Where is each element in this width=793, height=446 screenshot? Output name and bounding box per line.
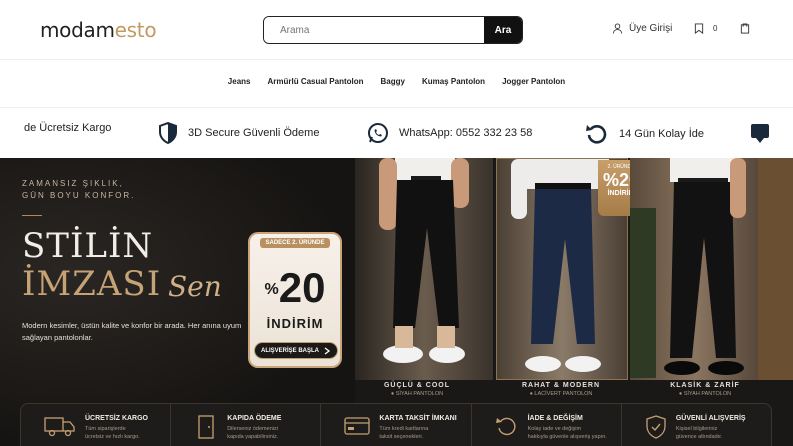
- model-classic-pants-image: [630, 158, 793, 380]
- panel-subtitle: ● LACİVERT PANTOLON: [529, 391, 593, 397]
- bookmark-icon: [694, 23, 704, 34]
- divider: [22, 215, 42, 216]
- return-icon: [586, 125, 607, 144]
- category-jeans[interactable]: Jeans: [228, 77, 251, 86]
- login-label: Üye Girişi: [629, 23, 673, 34]
- truck-icon: [751, 124, 769, 143]
- feature-free-shipping: ÜCRETSİZ KARGO Tüm siparişlerde ücretsiz …: [21, 404, 172, 446]
- strip-label: 3D Secure Güvenli Ödeme: [188, 127, 320, 139]
- category-jogger[interactable]: Jogger Pantolon: [502, 77, 565, 86]
- feature-desc: Tüm kredi kartlarına taksit seçenekleri.: [379, 426, 429, 440]
- strip-easy-return: 14 Gün Kolay İde: [585, 122, 704, 146]
- panel-caption-3: KLASİK & ZARİF ● SİYAH PANTOLON: [640, 382, 770, 397]
- badge-top: SADECE 2. ÜRÜNDE: [250, 238, 340, 248]
- feature-title: KAPIDA ÖDEME: [227, 415, 282, 422]
- hero-headline-line2: İMZASI: [22, 264, 162, 304]
- hero-headline-line1: STİLİN: [22, 226, 154, 266]
- hero-description: Modern kesimler, üstün kalite ve konfor …: [22, 321, 242, 342]
- feature-title: GÜVENLİ ALIŞVERİŞ: [675, 415, 746, 422]
- panel-title: GÜÇLÜ & COOL: [383, 382, 451, 389]
- feature-title: ÜCRETSİZ KARGO: [85, 415, 148, 422]
- category-nav: Jeans Armürlü Casual Pantolon Baggy Kuma…: [0, 61, 793, 101]
- category-kumas[interactable]: Kumaş Pantolon: [422, 77, 485, 86]
- panel-caption-1: GÜÇLÜ & COOL ● SİYAH PANTOLON: [352, 382, 482, 397]
- model-black-pants-image: [379, 158, 469, 363]
- panel-subtitle: ● SİYAH PANTOLON: [678, 391, 732, 397]
- panel-title: KLASİK & ZARİF: [670, 382, 740, 389]
- feature-desc: Dilerseniz ödemenizi kapıda yapabilirsini…: [227, 426, 279, 440]
- site-logo[interactable]: modamesto: [40, 18, 157, 42]
- hero-headline-script: Sen: [168, 270, 222, 303]
- feature-returns: İADE & DEĞİŞİM Kolay iade ve değişim hakk…: [472, 404, 622, 446]
- arrow-right-icon: [324, 346, 331, 355]
- shield-check-icon: [646, 415, 666, 439]
- strip-shipping-icon: [751, 122, 769, 144]
- cart-icon: [740, 23, 750, 34]
- hero-tagline-line2: GÜN BOYU KONFOR.: [22, 191, 136, 200]
- product-panel-classic[interactable]: [630, 158, 793, 380]
- shield-icon: [159, 122, 177, 144]
- panel-title: RAHAT & MODERN: [521, 382, 601, 389]
- favorites-link[interactable]: 0: [694, 23, 717, 34]
- panel-subtitle: ● SİYAH PANTOLON: [390, 391, 444, 397]
- hero-tagline-line1: ZAMANSIZ ŞIKLIK,: [22, 179, 124, 188]
- features-bar: ÜCRETSİZ KARGO Tüm siparişlerde ücretsiz …: [20, 403, 772, 446]
- category-armurlu[interactable]: Armürlü Casual Pantolon: [267, 77, 363, 86]
- product-panel-black[interactable]: [355, 158, 493, 380]
- card-icon: [344, 417, 371, 435]
- category-baggy[interactable]: Baggy: [381, 77, 405, 86]
- whatsapp-icon: [368, 123, 388, 143]
- search-bar: Ara: [263, 16, 523, 44]
- strip-label: de Ücretsiz Kargo: [24, 122, 112, 134]
- door-icon: [198, 415, 214, 439]
- feature-title: KARTA TAKSİT İMKANI: [379, 415, 457, 422]
- site-header: modamesto Ara Üye Girişi 0: [0, 0, 793, 60]
- strip-label: 14 Gün Kolay İde: [619, 128, 705, 140]
- strip-secure-payment: 3D Secure Güvenli Ödeme: [158, 122, 319, 144]
- hero-banner: ZAMANSIZ ŞIKLIK, GÜN BOYU KONFOR. STİLİN…: [0, 158, 793, 446]
- strip-label: WhatsApp: 0552 332 23 58: [399, 127, 533, 139]
- strip-free-shipping: de Ücretsiz Kargo: [24, 122, 111, 134]
- return-icon: [495, 417, 516, 436]
- feature-desc: Kolay iade ve değişim hakkıyla güvenle al…: [527, 426, 607, 440]
- feature-desc: Kişisel bilgileriniz güvence altındadır.: [675, 426, 723, 440]
- truck-icon: [44, 417, 75, 437]
- search-button[interactable]: Ara: [484, 17, 522, 43]
- strip-whatsapp[interactable]: WhatsApp: 0552 332 23 58: [367, 122, 532, 144]
- feature-installments: KARTA TAKSİT İMKANI Tüm kredi kartlarına…: [321, 404, 472, 446]
- badge-top-label: SADECE 2. ÜRÜNDE: [260, 238, 330, 248]
- info-strip: de Ücretsiz Kargo 3D Secure Güvenli Ödem…: [0, 107, 793, 157]
- user-icon: [612, 23, 623, 34]
- feature-secure-shopping: GÜVENLİ ALIŞVERİŞ Kişisel bilgileriniz gü…: [622, 404, 771, 446]
- feature-title: İADE & DEĞİŞİM: [527, 415, 583, 422]
- panel-caption-2: RAHAT & MODERN ● LACİVERT PANTOLON: [496, 382, 626, 397]
- cart-link[interactable]: [740, 23, 750, 34]
- badge-text: İNDİRİM: [266, 316, 324, 331]
- hero-tagline: ZAMANSIZ ŞIKLIK, GÜN BOYU KONFOR.: [22, 178, 135, 202]
- shop-now-label: ALIŞVERİŞE BAŞLA: [260, 347, 319, 354]
- badge-value: %20: [264, 264, 326, 311]
- favorites-count: 0: [713, 24, 718, 33]
- shop-now-button[interactable]: ALIŞVERİŞE BAŞLA: [254, 342, 338, 359]
- feature-desc: Tüm siparişlerde ücretsiz ve hızlı kargo.: [85, 426, 140, 440]
- login-link[interactable]: Üye Girişi: [612, 23, 672, 34]
- feature-cash-on-delivery: KAPIDA ÖDEME Dilerseniz ödemenizi kapıda …: [171, 404, 322, 446]
- search-input[interactable]: [264, 17, 484, 43]
